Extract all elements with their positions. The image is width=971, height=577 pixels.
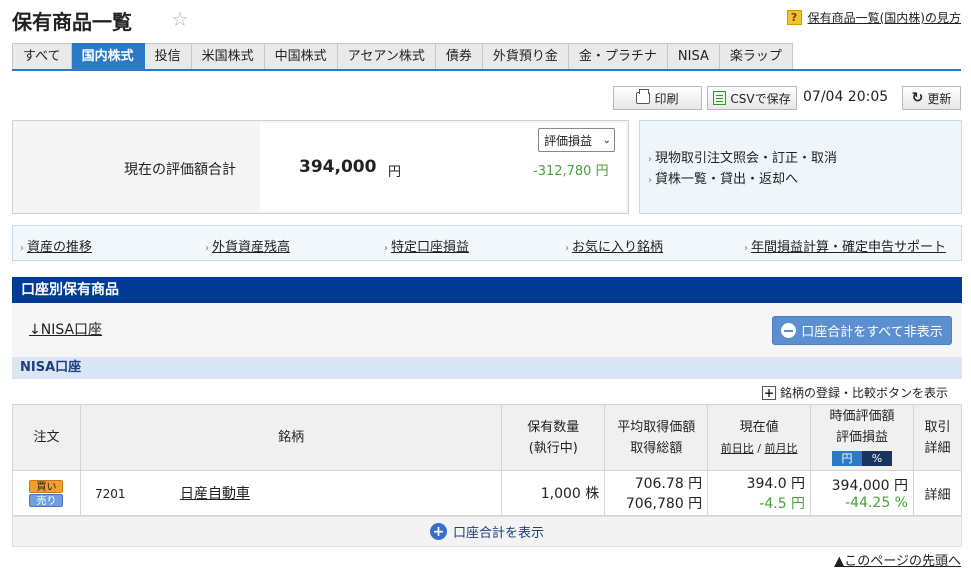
arrow-right-icon: › bbox=[565, 243, 569, 254]
stock-code: 7201 bbox=[94, 487, 126, 501]
section-header: 口座別保有商品 bbox=[12, 277, 962, 303]
prev-day-link[interactable]: 前日比 bbox=[721, 442, 754, 455]
tab-gold-platinum[interactable]: 金・プラチナ bbox=[568, 43, 668, 70]
tab-foreign-deposit[interactable]: 外貨預り金 bbox=[482, 43, 569, 70]
favorite-star-icon[interactable]: ☆ bbox=[171, 7, 189, 31]
total-valuation-label: 現在の評価額合計 bbox=[124, 162, 236, 178]
prev-month-link[interactable]: 前月比 bbox=[764, 442, 797, 455]
stock-name-link[interactable]: 日産自動車 bbox=[180, 486, 250, 502]
show-account-total-button[interactable]: + 口座合計を表示 bbox=[12, 516, 962, 547]
foreign-asset-link[interactable]: › 外貨資産残高 bbox=[205, 236, 290, 255]
col-evaluation: 時価評価額 評価損益 円% bbox=[810, 404, 914, 471]
back-to-top-link[interactable]: ▲このページの先頭へ bbox=[834, 550, 961, 569]
toggle-yen[interactable]: 円 bbox=[832, 451, 863, 466]
col-name: 銘柄 bbox=[79, 404, 503, 471]
total-valuation-value: 394,000 bbox=[299, 157, 377, 177]
col-current-price: 現在値 前日比 / 前月比 bbox=[707, 404, 812, 471]
gain-type-value: 評価損益 bbox=[544, 133, 593, 148]
chevron-down-icon: ⌄ bbox=[602, 134, 611, 146]
hide-all-totals-label: 口座合計をすべて非表示 bbox=[801, 325, 943, 340]
print-button-label: 印刷 bbox=[654, 91, 679, 106]
current-price-cell: 394.0 円 -4.5 円 bbox=[707, 470, 812, 516]
refresh-icon: ↻ bbox=[911, 90, 924, 106]
col-avg-price: 平均取得価額 取得総額 bbox=[604, 404, 709, 471]
refresh-button[interactable]: ↻ 更新 bbox=[902, 86, 961, 110]
print-button[interactable]: 印刷 bbox=[613, 86, 702, 110]
holdings-table: 注文 銘柄 保有数量 (執行中) 平均取得価額 取得総額 現在値 前日比 / 前月比… bbox=[12, 404, 963, 516]
gain-type-select[interactable]: 評価損益 ⌄ bbox=[538, 128, 615, 152]
arrow-right-icon: › bbox=[384, 243, 388, 254]
tab-rakuwrap[interactable]: 楽ラップ bbox=[719, 43, 793, 70]
detail-link[interactable]: 詳細 bbox=[924, 488, 950, 503]
compare-toggle-link[interactable]: + 銘柄の登録・比較ボタンを表示 bbox=[761, 384, 948, 401]
tax-support-link[interactable]: › 年間損益計算・確定申告サポート bbox=[744, 236, 946, 255]
minus-circle-icon bbox=[781, 323, 797, 338]
nisa-jump-link[interactable]: ↓NISA口座 bbox=[29, 319, 102, 339]
detail-cell: 詳細 bbox=[912, 470, 963, 516]
stock-cell: 7201 日産自動車 bbox=[79, 470, 503, 516]
update-timestamp: 07/04 20:05 bbox=[803, 89, 889, 105]
order-inquiry-link[interactable]: › 現物取引注文照会・訂正・取消 bbox=[648, 147, 837, 166]
favorites-link[interactable]: › お気に入り銘柄 bbox=[565, 236, 663, 255]
arrow-right-icon: › bbox=[648, 154, 652, 165]
tab-domestic-stock[interactable]: 国内株式 bbox=[71, 43, 145, 70]
arrow-right-icon: › bbox=[20, 243, 24, 254]
arrow-right-icon: › bbox=[744, 243, 748, 254]
arrow-right-icon: › bbox=[205, 243, 209, 254]
unit-toggle[interactable]: 円% bbox=[832, 451, 893, 466]
stock-lending-link[interactable]: › 貸株一覧・貸出・返却へ bbox=[648, 168, 798, 187]
tokutei-gain-link[interactable]: › 特定口座損益 bbox=[384, 236, 469, 255]
show-account-total-label: 口座合計を表示 bbox=[452, 526, 544, 541]
help-link-label[interactable]: 保有商品一覧(国内株)の見方 bbox=[808, 9, 961, 26]
account-header-nisa: NISA口座 bbox=[12, 357, 962, 379]
refresh-button-label: 更新 bbox=[927, 91, 952, 106]
plus-circle-icon: + bbox=[429, 523, 447, 540]
tab-asean-stock[interactable]: アセアン株式 bbox=[337, 43, 436, 70]
quantity-cell: 1,000 株 bbox=[501, 470, 606, 516]
total-gain-value: -312,780 円 bbox=[533, 164, 609, 179]
avg-price-cell: 706.78 円 706,780 円 bbox=[604, 470, 709, 516]
tab-fund[interactable]: 投信 bbox=[144, 43, 192, 70]
csv-button-label: CSVで保存 bbox=[730, 91, 791, 106]
hide-all-totals-button[interactable]: 口座合計をすべて非表示 bbox=[772, 316, 952, 345]
arrow-right-icon: › bbox=[648, 175, 652, 186]
evaluation-cell: 394,000 円 -44.25 % bbox=[810, 470, 914, 516]
table-header-row: 注文 銘柄 保有数量 (執行中) 平均取得価額 取得総額 現在値 前日比 / 前月比… bbox=[12, 404, 963, 471]
tab-all[interactable]: すべて bbox=[12, 43, 72, 70]
order-cell: 買い 売り bbox=[12, 470, 81, 516]
tab-us-stock[interactable]: 米国株式 bbox=[191, 43, 265, 70]
plus-icon: + bbox=[761, 385, 776, 400]
help-link[interactable]: ? 保有商品一覧(国内株)の見方 bbox=[786, 9, 961, 26]
compare-toggle-label: 銘柄の登録・比較ボタンを表示 bbox=[779, 386, 948, 400]
tab-underline bbox=[12, 69, 961, 71]
tab-china-stock[interactable]: 中国株式 bbox=[264, 43, 338, 70]
buy-button[interactable]: 買い bbox=[29, 479, 64, 493]
toggle-percent[interactable]: % bbox=[862, 451, 893, 466]
page-title: 保有商品一覧 bbox=[12, 10, 132, 34]
csv-save-button[interactable]: CSVで保存 bbox=[707, 86, 797, 110]
total-valuation-unit: 円 bbox=[388, 165, 402, 180]
col-quantity: 保有数量 (執行中) bbox=[501, 404, 606, 471]
printer-icon bbox=[636, 89, 651, 104]
col-order: 注文 bbox=[12, 404, 81, 471]
quick-links-box bbox=[639, 120, 962, 214]
table-row: 買い 売り 7201 日産自動車 1,000 株 706.78 円 706,780 … bbox=[12, 470, 963, 516]
spreadsheet-icon bbox=[713, 91, 727, 105]
help-icon: ? bbox=[786, 10, 802, 25]
tab-bond[interactable]: 債券 bbox=[435, 43, 483, 70]
tab-nisa[interactable]: NISA bbox=[667, 43, 720, 70]
product-tabs: すべて 国内株式 投信 米国株式 中国株式 アセアン株式 債券 外貨預り金 金・… bbox=[12, 43, 793, 70]
sell-button[interactable]: 売り bbox=[29, 493, 64, 507]
asset-history-link[interactable]: › 資産の推移 bbox=[20, 236, 92, 255]
col-detail: 取引 詳細 bbox=[912, 404, 963, 471]
